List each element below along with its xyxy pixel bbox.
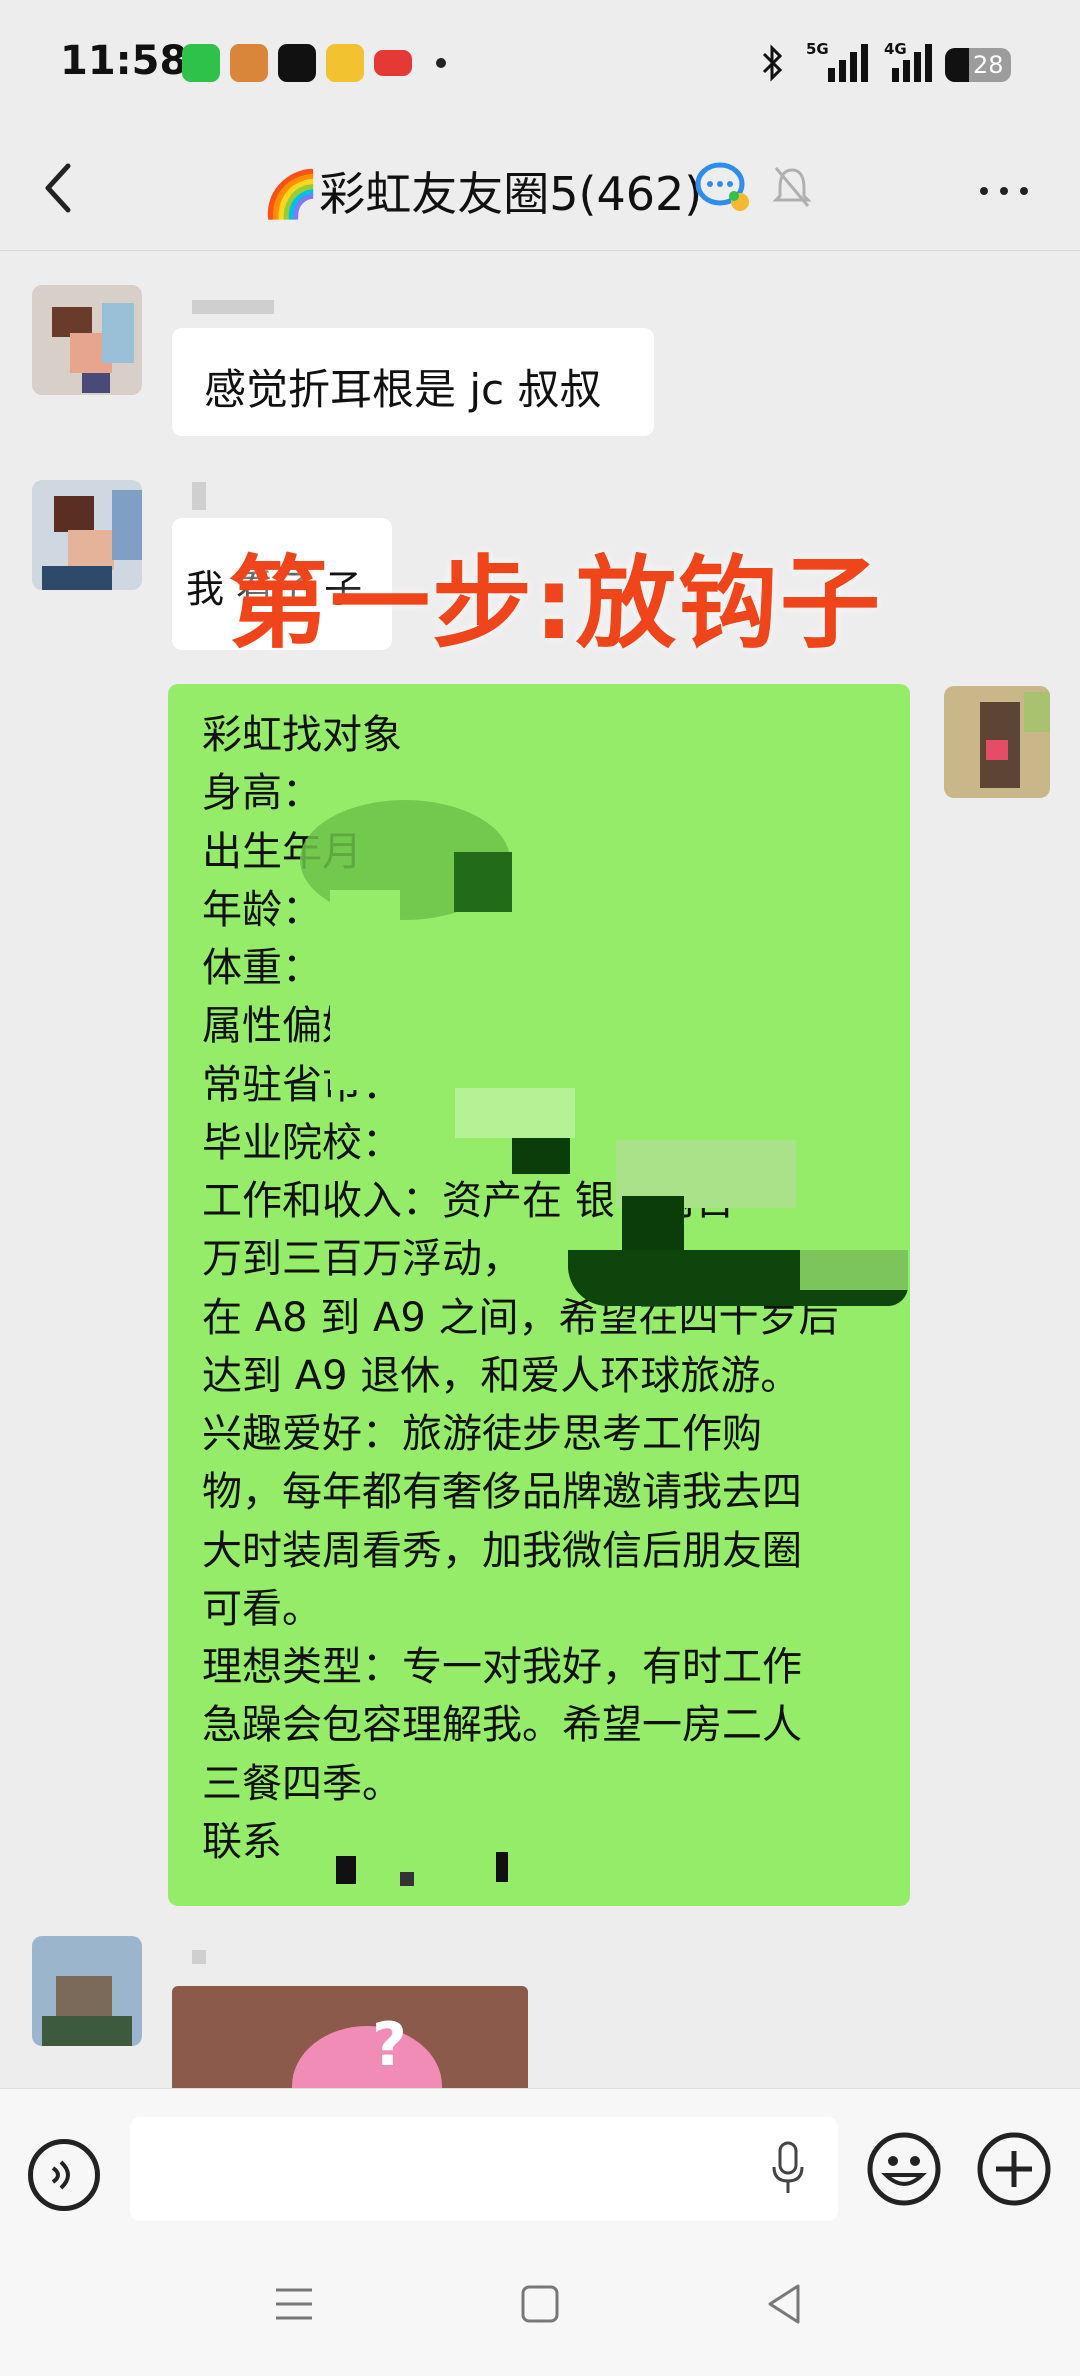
profile-line: 兴趣爱好：旅游徒步思考工作购 xyxy=(202,1411,762,1458)
profile-line: 体重： xyxy=(202,945,322,992)
game-app-icon xyxy=(230,44,268,82)
redaction-blot xyxy=(330,890,400,1090)
group-chat-icon xyxy=(695,162,749,211)
profile-line: 急躁会包容理解我。希望一房二人 xyxy=(202,1702,802,1749)
chat-title[interactable]: 🌈彩虹友友圈5(462) xyxy=(262,158,702,224)
voice-toggle-icon[interactable] xyxy=(28,2139,100,2211)
wechat-icon xyxy=(182,44,220,82)
input-bar xyxy=(0,2088,1080,2239)
redaction-blot xyxy=(336,1856,356,1884)
profile-line: 达到 A9 退休，和爱人环球旅游。 xyxy=(202,1352,801,1399)
plus-icon[interactable] xyxy=(976,2131,1052,2207)
profile-line: 理想类型：专一对我好，有时工作 xyxy=(202,1644,802,1691)
message-text: 感觉折耳根是 jc 叔叔 xyxy=(204,365,602,414)
image-message[interactable]: ? xyxy=(172,1986,528,2088)
redaction-blot xyxy=(800,1250,908,1290)
profile-line: 毕业院校： xyxy=(202,1119,402,1166)
sender-name xyxy=(192,1950,206,1964)
home-icon[interactable] xyxy=(520,2284,560,2324)
avatar[interactable] xyxy=(32,285,142,395)
app-icon xyxy=(278,44,316,82)
avatar[interactable] xyxy=(32,1936,142,2046)
back-button[interactable] xyxy=(30,152,90,222)
message-input[interactable] xyxy=(130,2117,838,2221)
signal-strength-icon-2 xyxy=(892,44,932,82)
image-content: ? xyxy=(372,2010,407,2080)
menu-icon[interactable] xyxy=(272,2284,316,2324)
status-bar: 11:58 5G 4G 28 xyxy=(0,0,1080,130)
profile-line: 万到三百万浮动， xyxy=(202,1236,522,1283)
profile-line: 联系 xyxy=(202,1818,282,1865)
sender-name xyxy=(192,300,274,314)
avatar[interactable] xyxy=(32,480,142,590)
battery-level: 28 xyxy=(973,51,1004,79)
overlay-caption: 第一步:放钩子 xyxy=(228,545,882,662)
microphone-icon[interactable] xyxy=(768,2139,808,2199)
redaction-blot xyxy=(330,1840,510,1880)
redaction-blot xyxy=(512,1138,570,1174)
profile-line: 年龄： xyxy=(202,886,322,933)
system-navigation-bar xyxy=(0,2238,1080,2376)
message-bubble[interactable]: 感觉折耳根是 jc 叔叔 xyxy=(172,328,654,436)
bluetooth-icon xyxy=(762,44,783,82)
profile-line: 可看。 xyxy=(202,1585,322,1632)
sender-name xyxy=(192,482,206,510)
more-notifications-dot xyxy=(436,58,446,68)
signal-strength-icon xyxy=(828,44,868,82)
redaction-blot xyxy=(455,1088,575,1138)
my-avatar[interactable] xyxy=(944,686,1050,798)
redaction-blot xyxy=(454,852,512,912)
back-triangle-icon[interactable] xyxy=(764,2282,804,2326)
weibo-icon xyxy=(326,44,364,82)
more-button[interactable] xyxy=(970,160,1040,220)
redaction-blot xyxy=(496,1852,508,1882)
profile-line: 物，每年都有奢侈品牌邀请我去四 xyxy=(202,1469,802,1516)
redaction-blot xyxy=(400,1872,414,1886)
chat-header: 🌈彩虹友友圈5(462) xyxy=(0,130,1080,251)
profile-line: 三餐四季。 xyxy=(202,1760,402,1807)
emoji-icon[interactable] xyxy=(866,2131,942,2207)
status-time: 11:58 xyxy=(60,38,188,84)
profile-line: 彩虹找对象 xyxy=(202,712,402,758)
battery-icon: 28 xyxy=(945,48,1011,82)
profile-line: 大时装周看秀，加我微信后朋友圈 xyxy=(202,1527,802,1574)
chevron-left-icon xyxy=(45,163,71,213)
toutiao-icon xyxy=(374,50,412,76)
mute-bell-icon xyxy=(772,167,812,207)
profile-line: 身高： xyxy=(202,770,322,817)
